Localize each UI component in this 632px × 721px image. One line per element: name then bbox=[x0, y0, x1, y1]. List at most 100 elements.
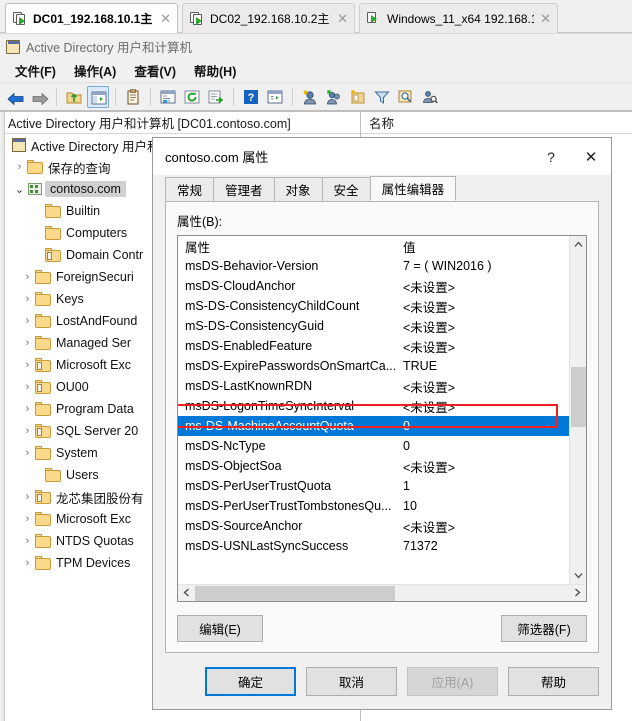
table-row[interactable]: msDS-PerUserTrustTombstonesQu... 10 bbox=[178, 496, 569, 516]
edit-button[interactable]: 编辑(E) bbox=[177, 615, 263, 642]
filter-button[interactable]: 筛选器(F) bbox=[501, 615, 587, 642]
scrollbar-thumb[interactable] bbox=[195, 585, 395, 601]
folder-icon bbox=[45, 204, 61, 218]
scrollbar-track[interactable] bbox=[195, 585, 569, 602]
table-row[interactable]: mS-DS-ConsistencyGuid <未设置> bbox=[178, 316, 569, 336]
menu-view[interactable]: 查看(V) bbox=[125, 58, 185, 83]
tab-managedby[interactable]: 管理者 bbox=[213, 177, 275, 201]
chevron-right-icon[interactable]: › bbox=[20, 359, 35, 371]
refresh-icon[interactable] bbox=[181, 86, 203, 108]
scroll-down-icon[interactable] bbox=[570, 567, 587, 584]
menu-bar: 文件(F) 操作(A) 查看(V) 帮助(H) bbox=[0, 59, 632, 83]
forward-arrow-icon[interactable] bbox=[28, 86, 50, 108]
tab-general[interactable]: 常规 bbox=[165, 177, 215, 201]
table-row[interactable]: msDS-NcType 0 bbox=[178, 436, 569, 456]
list-horizontal-scrollbar[interactable] bbox=[178, 584, 586, 601]
pane-splitter[interactable] bbox=[0, 112, 5, 721]
table-row[interactable]: msDS-LogonTimeSyncInterval <未设置> bbox=[178, 396, 569, 416]
menu-help[interactable]: 帮助(H) bbox=[185, 58, 245, 83]
attribute-name: msDS-LastKnownRDN bbox=[185, 379, 313, 393]
attribute-value: 71372 bbox=[403, 539, 438, 553]
cancel-button[interactable]: 取消 bbox=[306, 666, 397, 696]
chevron-right-icon[interactable]: › bbox=[12, 161, 27, 173]
attributes-listbox[interactable]: 属性 值 msDS-Behavior-Version 7 = ( WIN2016… bbox=[177, 235, 587, 602]
chevron-right-icon[interactable]: › bbox=[20, 381, 35, 393]
folder-icon bbox=[35, 512, 51, 526]
new-user-icon[interactable] bbox=[299, 86, 321, 108]
chevron-right-icon[interactable]: › bbox=[20, 293, 35, 305]
chevron-right-icon[interactable]: › bbox=[20, 425, 35, 437]
tab-object[interactable]: 对象 bbox=[273, 177, 323, 201]
table-row[interactable]: msDS-ExpirePasswordsOnSmartCa... TRUE bbox=[178, 356, 569, 376]
dialog-title-text: contoso.com 属性 bbox=[165, 150, 269, 165]
new-ou-icon[interactable] bbox=[347, 86, 369, 108]
scroll-left-icon[interactable] bbox=[178, 588, 195, 599]
find-icon[interactable] bbox=[395, 86, 417, 108]
help-button[interactable]: 帮助 bbox=[508, 666, 599, 696]
table-row[interactable]: msDS-USNLastSyncSuccess 71372 bbox=[178, 536, 569, 556]
chevron-down-icon[interactable]: ⌄ bbox=[12, 183, 27, 196]
table-row[interactable]: msDS-PerUserTrustQuota 1 bbox=[178, 476, 569, 496]
scroll-right-icon[interactable] bbox=[569, 588, 586, 599]
table-row-selected[interactable]: ms-DS-MachineAccountQuota 0 bbox=[178, 416, 569, 436]
up-folder-icon[interactable] bbox=[63, 86, 85, 108]
column-header-attribute[interactable]: 属性 bbox=[178, 237, 403, 256]
close-icon[interactable]: ✕ bbox=[335, 12, 350, 25]
ok-button[interactable]: 确定 bbox=[205, 666, 296, 696]
new-group-icon[interactable] bbox=[323, 86, 345, 108]
tab-attribute-editor[interactable]: 属性编辑器 bbox=[369, 176, 457, 201]
table-row[interactable]: msDS-LastKnownRDN <未设置> bbox=[178, 376, 569, 396]
filter-icon[interactable] bbox=[371, 86, 393, 108]
vm-tab-dc02[interactable]: DC02_192.168.10.2主 ✕ bbox=[182, 3, 355, 33]
console-icon bbox=[6, 39, 20, 54]
find-objects-icon[interactable] bbox=[419, 86, 441, 108]
back-arrow-icon[interactable] bbox=[4, 86, 26, 108]
chevron-right-icon[interactable]: › bbox=[20, 557, 35, 569]
properties-clipboard-icon[interactable] bbox=[122, 86, 144, 108]
chevron-right-icon[interactable]: › bbox=[20, 337, 35, 349]
menu-action[interactable]: 操作(A) bbox=[65, 58, 125, 83]
close-icon[interactable]: ✕ bbox=[538, 12, 553, 25]
ou-folder-icon bbox=[35, 424, 51, 438]
table-row[interactable]: msDS-SourceAnchor <未设置> bbox=[178, 516, 569, 536]
table-row[interactable]: msDS-Behavior-Version 7 = ( WIN2016 ) bbox=[178, 256, 569, 276]
tab-security[interactable]: 安全 bbox=[321, 177, 371, 201]
help-icon[interactable]: ? bbox=[240, 86, 262, 108]
chevron-right-icon[interactable]: › bbox=[20, 315, 35, 327]
attributes-list-body[interactable]: 属性 值 msDS-Behavior-Version 7 = ( WIN2016… bbox=[178, 236, 569, 584]
ou-folder-icon bbox=[45, 248, 61, 262]
chevron-right-icon[interactable]: › bbox=[20, 491, 35, 503]
chevron-right-icon[interactable]: › bbox=[20, 513, 35, 525]
vm-tab-windows11[interactable]: Windows_11_x64 192.168.10... ✕ bbox=[359, 3, 558, 33]
attribute-value: 7 = ( WIN2016 ) bbox=[403, 259, 492, 273]
chevron-right-icon[interactable]: › bbox=[20, 447, 35, 459]
export-list-icon[interactable] bbox=[205, 86, 227, 108]
scrollbar-thumb[interactable] bbox=[570, 367, 586, 427]
scroll-up-icon[interactable] bbox=[570, 236, 587, 253]
toolbar-separator bbox=[56, 87, 57, 106]
chevron-right-icon[interactable]: › bbox=[20, 403, 35, 415]
table-row[interactable]: msDS-ObjectSoa <未设置> bbox=[178, 456, 569, 476]
console-view-icon[interactable] bbox=[264, 86, 286, 108]
chevron-right-icon[interactable]: › bbox=[20, 271, 35, 283]
list-vertical-scrollbar[interactable] bbox=[569, 236, 586, 584]
folder-icon bbox=[35, 270, 51, 284]
menu-file[interactable]: 文件(F) bbox=[6, 58, 65, 83]
tree-item-label: contoso.com bbox=[45, 181, 126, 197]
chevron-right-icon[interactable]: › bbox=[20, 535, 35, 547]
table-row[interactable]: mS-DS-ConsistencyChildCount <未设置> bbox=[178, 296, 569, 316]
list-view-icon[interactable] bbox=[157, 86, 179, 108]
close-icon[interactable]: ✕ bbox=[571, 139, 611, 175]
vm-tab-dc01[interactable]: DC01_192.168.10.1主 ✕ bbox=[5, 3, 178, 33]
close-icon[interactable]: ✕ bbox=[158, 12, 173, 25]
show-hide-tree-icon[interactable] bbox=[87, 85, 109, 108]
attribute-name: mS-DS-ConsistencyChildCount bbox=[185, 299, 360, 313]
table-row[interactable]: msDS-EnabledFeature <未设置> bbox=[178, 336, 569, 356]
help-question-icon[interactable]: ? bbox=[531, 139, 571, 175]
tree-item-label: System bbox=[56, 446, 98, 460]
scrollbar-track[interactable] bbox=[570, 253, 587, 567]
attribute-value: 1 bbox=[403, 479, 410, 493]
table-row[interactable]: msDS-CloudAnchor <未设置> bbox=[178, 276, 569, 296]
column-header-value[interactable]: 值 bbox=[403, 237, 569, 256]
attribute-name: msDS-SourceAnchor bbox=[185, 519, 303, 533]
